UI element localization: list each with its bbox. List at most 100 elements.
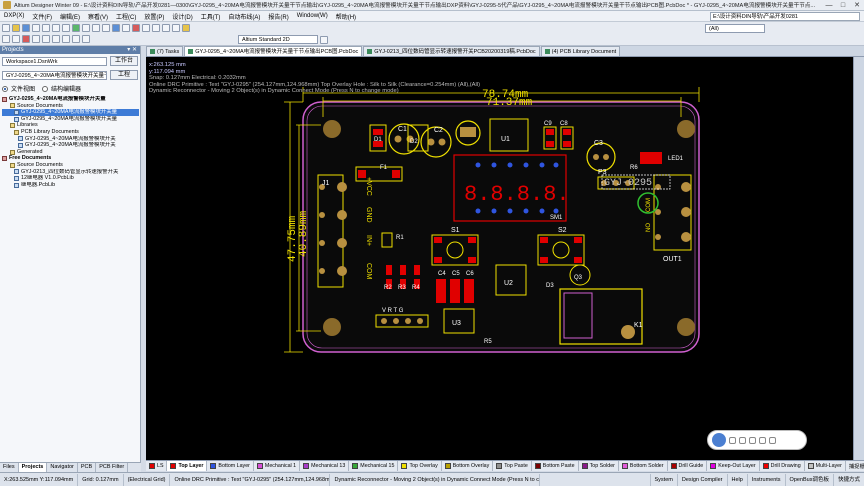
diff-pair-icon[interactable] xyxy=(12,35,20,43)
panel-close-icon[interactable]: ▾ ✕ xyxy=(127,46,140,54)
status-panel-button[interactable]: OpenBus调色板 xyxy=(784,473,833,486)
layer-tab[interactable]: Multi-Layer xyxy=(805,461,846,471)
tree-item[interactable]: GYJ-0295_4~20MA电流报警模块开关量 xyxy=(2,109,139,116)
maximize-button[interactable]: □ xyxy=(836,1,850,10)
layer-tab[interactable]: Keep-Out Layer xyxy=(707,461,760,471)
interactive-route-icon[interactable] xyxy=(2,35,10,43)
document-tab[interactable]: GYJ-0295_4~20MA电流报警模块开关量干节点输出PCB图.PcbDoc xyxy=(184,46,363,56)
layer-tab[interactable]: Bottom Overlay xyxy=(442,461,494,471)
menu-reports[interactable]: 报告(R) xyxy=(264,12,292,21)
layer-tab[interactable]: Bottom Solder xyxy=(619,461,668,471)
menu-tools[interactable]: 工具(T) xyxy=(197,12,225,21)
layer-tab[interactable]: Drill Guide xyxy=(668,461,708,471)
status-panel-button[interactable]: System xyxy=(649,473,677,486)
document-tab[interactable]: (7) Tasks xyxy=(146,46,184,56)
deselect-icon[interactable] xyxy=(132,24,140,32)
workspace-button[interactable]: 工作台 xyxy=(110,56,138,66)
layer-tab[interactable]: Mechanical 13 xyxy=(300,461,350,471)
dropdown-icon[interactable] xyxy=(320,35,328,44)
cross-probe-icon[interactable] xyxy=(142,24,150,32)
status-panel-button[interactable]: Instruments xyxy=(746,473,785,486)
tree-item[interactable]: GYJ-0213_四位数码管显示转速报警开关 xyxy=(2,169,139,176)
open-folder-icon[interactable] xyxy=(12,24,20,32)
layer-tab[interactable]: Bottom Paste xyxy=(532,461,579,471)
status-panel-button[interactable]: Design Compiler xyxy=(676,473,727,486)
float-icon-1[interactable] xyxy=(729,436,736,444)
path-field[interactable]: E:\设计资料DIN导轨\产品开发0281 xyxy=(710,11,860,21)
tree-item[interactable]: GYJ-0295_4~20MA电流报警模块开关量 xyxy=(2,116,139,123)
menu-dxp[interactable]: DXP(X) xyxy=(0,13,28,19)
float-icon-4[interactable] xyxy=(759,436,766,444)
menu-design[interactable]: 设计(D) xyxy=(168,12,196,21)
tree-item[interactable]: GYJ-0295_4~20MA电流报警模块开关 xyxy=(2,136,139,143)
pad-icon[interactable] xyxy=(22,35,30,43)
tab-navigator[interactable]: Navigator xyxy=(47,463,78,472)
menu-view[interactable]: 察看(V) xyxy=(84,12,112,21)
fill-icon[interactable] xyxy=(52,35,60,43)
arc-icon[interactable] xyxy=(42,35,50,43)
layer-option[interactable]: 捕捉栅格 xyxy=(846,461,864,471)
cut-icon[interactable] xyxy=(72,24,80,32)
tab-projects[interactable]: Projects xyxy=(18,463,48,472)
view-config-combo[interactable]: Altium Standard 2D xyxy=(238,35,318,44)
status-panel-button[interactable]: 快捷方式 xyxy=(832,473,864,486)
tab-files[interactable]: Files xyxy=(0,463,19,472)
layer-tab[interactable]: Top Layer xyxy=(167,461,208,471)
redo-icon[interactable] xyxy=(162,24,170,32)
paste-icon[interactable] xyxy=(92,24,100,32)
tree-item[interactable]: Free Documents xyxy=(2,155,139,162)
float-icon-3[interactable] xyxy=(749,436,756,444)
tree-item[interactable]: GYJ-0295_4~20MA电流报警模块开关 xyxy=(2,142,139,149)
menu-help[interactable]: 帮助(H) xyxy=(332,12,360,21)
filter-combo[interactable]: (All) xyxy=(705,24,765,33)
string-icon[interactable] xyxy=(72,35,80,43)
layer-tab[interactable]: Mechanical 15 xyxy=(349,461,399,471)
floating-toolbar[interactable] xyxy=(707,430,807,450)
zoom-selected-icon[interactable] xyxy=(62,24,70,32)
project-button[interactable]: 工程 xyxy=(110,70,138,80)
layer-tab[interactable]: Top Solder xyxy=(579,461,619,471)
print-icon[interactable] xyxy=(32,24,40,32)
float-icon-5[interactable] xyxy=(769,436,776,444)
undo-icon[interactable] xyxy=(152,24,160,32)
tab-pcb[interactable]: PCB xyxy=(78,463,97,472)
close-button[interactable]: ✕ xyxy=(850,1,864,10)
tab-pcb-filter[interactable]: PCB Filter xyxy=(96,463,129,472)
menu-file[interactable]: 文件(F) xyxy=(28,12,56,21)
right-panel-strip[interactable] xyxy=(853,57,864,460)
component-icon[interactable] xyxy=(182,24,190,32)
tree-item[interactable]: GYJ-0295_4~20MA电流报警模块开关量 xyxy=(2,96,139,103)
zoom-fit-icon[interactable] xyxy=(42,24,50,32)
status-panel-button[interactable]: Help xyxy=(726,473,747,486)
grid-icon[interactable] xyxy=(172,24,180,32)
polygon-icon[interactable] xyxy=(62,35,70,43)
tree-item[interactable]: 继电器.PcbLib xyxy=(2,182,139,189)
new-icon[interactable] xyxy=(2,24,10,32)
tree-item[interactable]: Generated xyxy=(2,149,139,156)
move-icon[interactable] xyxy=(122,24,130,32)
file-view-radio[interactable] xyxy=(2,85,8,92)
rubber-stamp-icon[interactable] xyxy=(102,24,110,32)
via-icon[interactable] xyxy=(32,35,40,43)
layer-tab[interactable]: Drill Drawing xyxy=(760,461,805,471)
pcb-canvas[interactable]: 78.74mm 71.37mm 47.75mm 40.89mm J1 +VCC … xyxy=(146,57,864,460)
tree-item[interactable]: PCB Library Documents xyxy=(2,129,139,136)
layer-tab[interactable]: LS xyxy=(146,461,168,471)
overlay-part-no[interactable]: GYJ-0295 xyxy=(604,178,652,189)
struct-editor-radio[interactable] xyxy=(42,85,49,92)
tree-item[interactable]: Source Documents xyxy=(2,103,139,110)
pcb-drawing[interactable]: 78.74mm 71.37mm 47.75mm 40.89mm J1 +VCC … xyxy=(146,57,864,460)
select-icon[interactable] xyxy=(112,24,120,32)
tree-item[interactable]: 12继电器 V1.0.PcbLib xyxy=(2,175,139,182)
save-icon[interactable] xyxy=(22,24,30,32)
menu-place[interactable]: 放置(P) xyxy=(140,12,168,21)
project-field[interactable]: GYJ-0295_4~20MA电流报警模块开关量干节点 xyxy=(2,70,107,80)
copy-icon[interactable] xyxy=(82,24,90,32)
layer-tab[interactable]: Mechanical 1 xyxy=(254,461,301,471)
assistant-logo-icon[interactable] xyxy=(712,433,726,447)
workspace-combo[interactable]: Workspace1.DsnWrk xyxy=(2,56,107,66)
tree-item[interactable]: Libraries xyxy=(2,122,139,129)
layer-tab[interactable]: Top Overlay xyxy=(398,461,442,471)
minimize-button[interactable]: — xyxy=(822,1,836,10)
zoom-area-icon[interactable] xyxy=(52,24,60,32)
